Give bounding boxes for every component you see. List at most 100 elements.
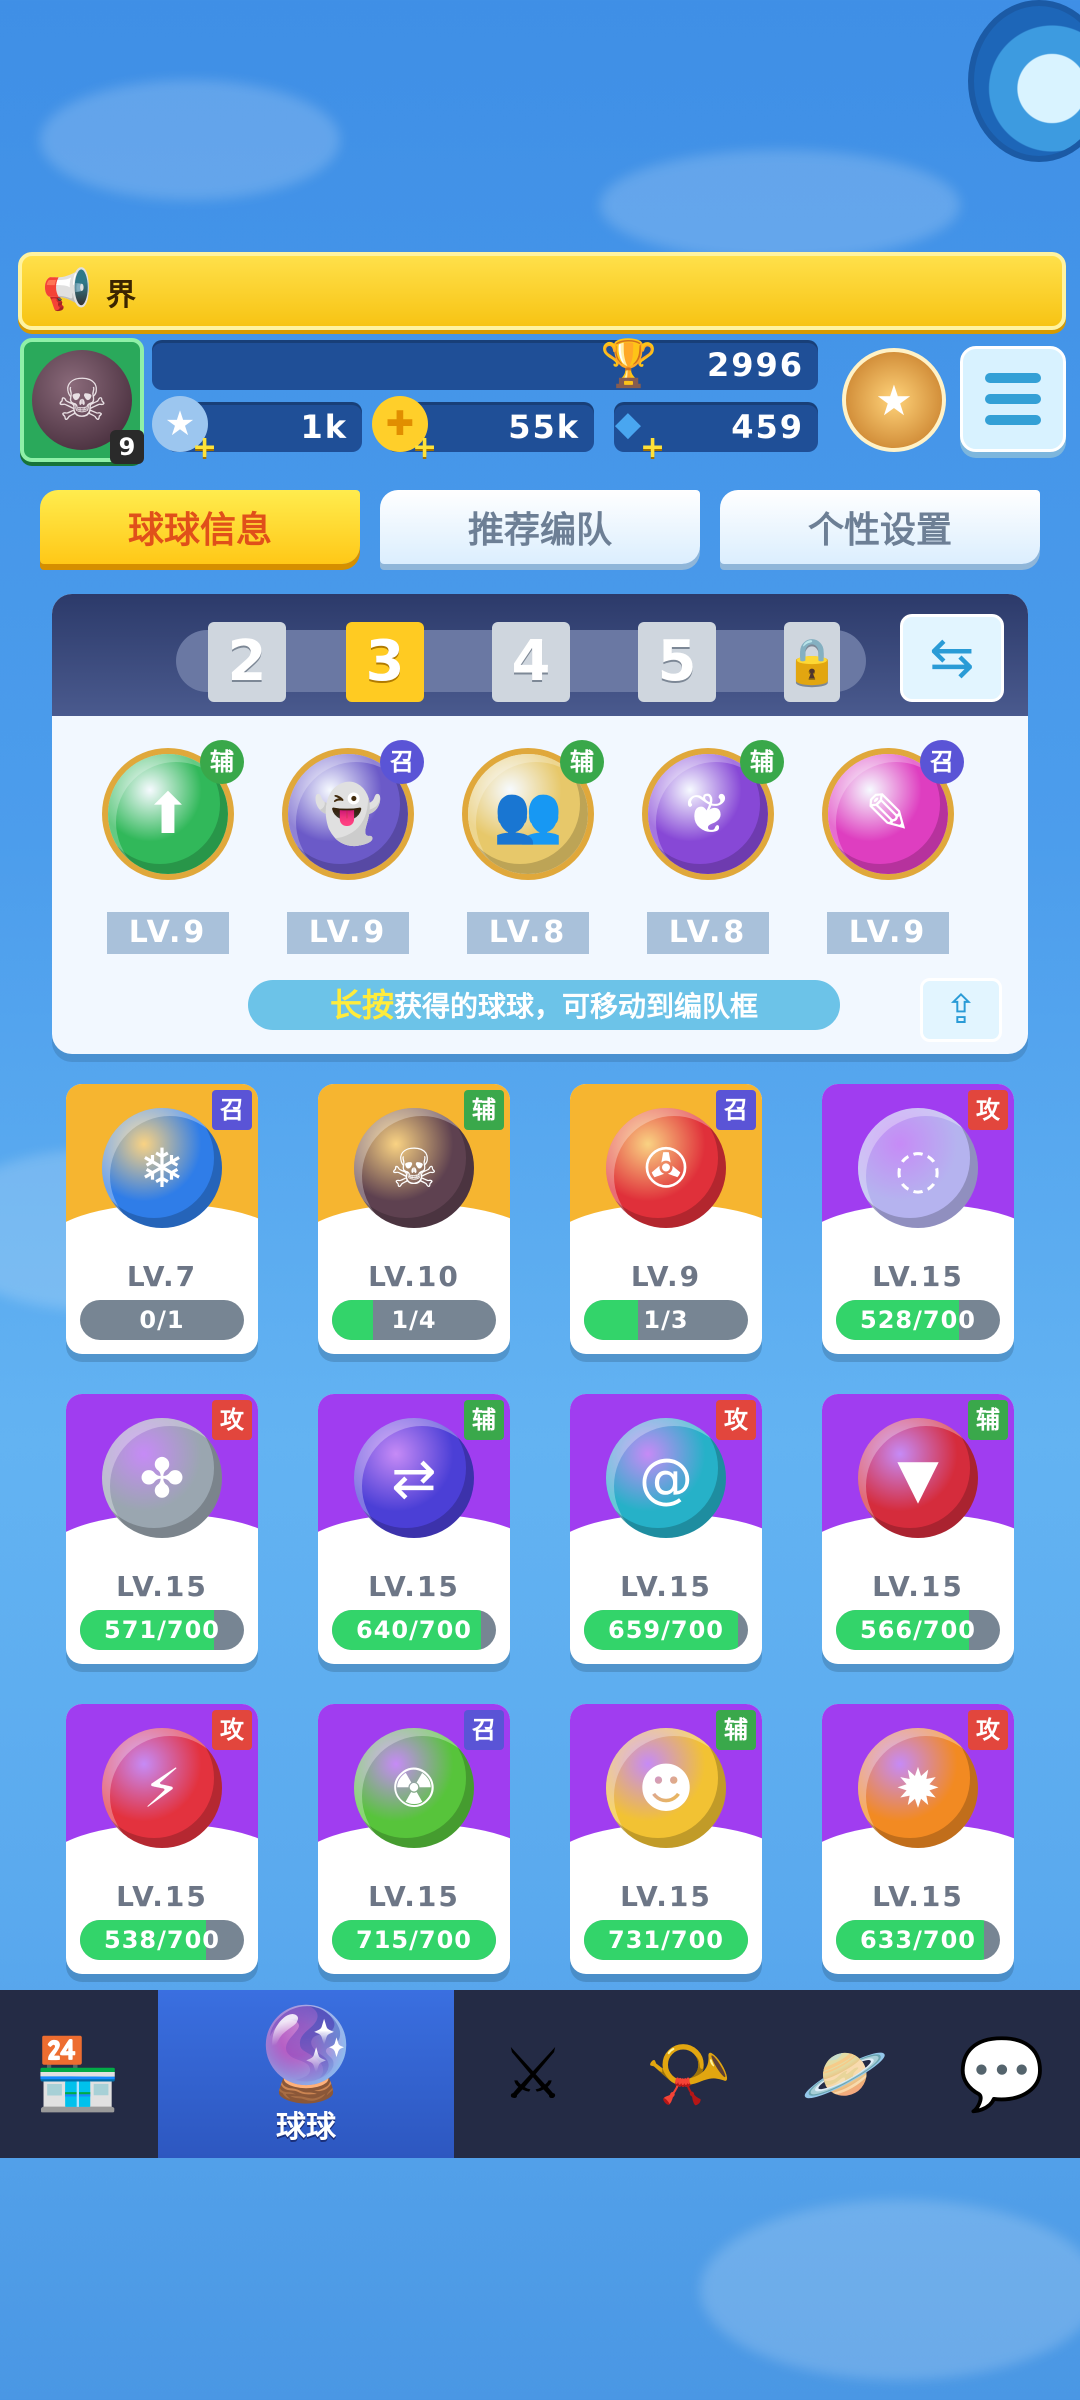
nav-shop[interactable]: 🏪 (0, 1990, 156, 2158)
stamina-bar[interactable]: ★ + 1k (152, 396, 362, 465)
nav-chat-heart[interactable]: 💬 (924, 1990, 1080, 2158)
nav-planet[interactable]: 🪐 (768, 1990, 922, 2158)
card-progress-text: 633/700 (860, 1926, 976, 1954)
chat-heart-icon: 💬 (958, 2032, 1046, 2115)
card-level: LV.15 (368, 1880, 460, 1913)
ball-card[interactable]: ⚡ 攻 LV.15 538/700 (66, 1704, 258, 1974)
card-progress-bar: 0/1 (80, 1300, 244, 1340)
card-level: LV.10 (368, 1260, 460, 1293)
plus-icon: + (640, 430, 666, 465)
ball-card[interactable]: @ 攻 LV.15 659/700 (570, 1394, 762, 1664)
player-avatar[interactable]: ☠ 9 (20, 338, 144, 464)
card-progress-text: 566/700 (860, 1616, 976, 1644)
card-level: LV.15 (872, 1260, 964, 1293)
radiation-icon: ☢ (354, 1728, 474, 1848)
share-button[interactable]: ⇪ (920, 978, 1002, 1042)
ball-card[interactable]: ▼ 辅 LV.15 566/700 (822, 1394, 1014, 1664)
planet-icon: 🪐 (801, 2032, 889, 2115)
main-menu-button[interactable] (960, 346, 1066, 452)
role-tag: 攻 (968, 1090, 1008, 1130)
card-progress-bar: 715/700 (332, 1920, 496, 1960)
ball-card[interactable]: ☢ 召 LV.15 715/700 (318, 1704, 510, 1974)
team-member-ball[interactable]: 👥 辅 (458, 740, 604, 884)
team-member-ball[interactable]: ⬆ 辅 (98, 740, 244, 884)
coin-bar[interactable]: ✚ + 55k (372, 396, 594, 465)
megaphone-icon: 📢 (42, 267, 92, 313)
tab-ball-info[interactable]: 球球信息 (40, 490, 360, 564)
announcement-banner[interactable]: 📢 界 (18, 252, 1066, 330)
team-panel: 2 3 4 5 🔒 ⇆ ⬆ 辅 LV.9 👻 召 LV.9 👥 辅 LV.8 ❦ 辅 LV.8 ✎ 召 LV… (52, 594, 1028, 1054)
trophy-count: 2996 (706, 346, 804, 384)
card-level: LV.15 (116, 1880, 208, 1913)
tab-recommended-team[interactable]: 推荐编队 (380, 490, 700, 564)
ball-card[interactable]: ❄ 召 LV.7 0/1 (66, 1084, 258, 1354)
ball-card[interactable]: ◌ 攻 LV.15 528/700 (822, 1084, 1014, 1354)
role-tag: 攻 (212, 1400, 252, 1440)
slot-tab-3[interactable]: 3 (346, 622, 424, 702)
card-progress-bar: 1/3 (584, 1300, 748, 1340)
card-progress-text: 1/3 (643, 1306, 689, 1334)
swirl-icon: @ (606, 1418, 726, 1538)
card-progress-bar: 640/700 (332, 1610, 496, 1650)
ball-card[interactable]: ☻ 辅 LV.15 731/700 (570, 1704, 762, 1974)
lock-icon[interactable]: 🔒 (784, 622, 840, 702)
card-progress-text: 571/700 (104, 1616, 220, 1644)
role-tag: 辅 (200, 740, 244, 784)
card-level: LV.15 (872, 1880, 964, 1913)
trophy-bar: 2996 (152, 340, 818, 390)
rank-badge-icon[interactable]: ★ (842, 348, 946, 452)
lightning-icon: ⚡ (102, 1728, 222, 1848)
corner-menu-button[interactable] (968, 0, 1080, 162)
ball-card[interactable]: ⇄ 辅 LV.15 640/700 (318, 1394, 510, 1664)
nav-crossed-swords[interactable]: ⚔ (456, 1990, 610, 2158)
sun-icon: ✹ (858, 1728, 978, 1848)
card-progress-text: 715/700 (356, 1926, 472, 1954)
menu-line (985, 373, 1041, 383)
role-tag: 辅 (560, 740, 604, 784)
cannon-icon: ✇ (606, 1108, 726, 1228)
team-slot-header: 2 3 4 5 🔒 ⇆ (52, 594, 1028, 716)
hint-highlight: 长按 (329, 986, 394, 1024)
tab-personal-settings[interactable]: 个性设置 (720, 490, 1040, 564)
team-member-level: LV.9 (107, 912, 229, 954)
team-member-ball[interactable]: ❦ 辅 (638, 740, 784, 884)
card-progress-bar: 571/700 (80, 1610, 244, 1650)
slot-tab-5[interactable]: 5 (638, 622, 716, 702)
card-progress-bar: 1/4 (332, 1300, 496, 1340)
team-member-level: LV.9 (287, 912, 409, 954)
skull-icon: ☠ (354, 1108, 474, 1228)
team-member-ball[interactable]: ✎ 召 (818, 740, 964, 884)
nav-whistle[interactable]: 📯 (612, 1990, 766, 2158)
role-tag: 辅 (740, 740, 784, 784)
card-progress-bar: 731/700 (584, 1920, 748, 1960)
slot-tab-4[interactable]: 4 (492, 622, 570, 702)
card-level: LV.15 (368, 1570, 460, 1603)
ball-card[interactable]: ✤ 攻 LV.15 571/700 (66, 1394, 258, 1664)
nav-ball-collection[interactable]: 🔮 球球 (158, 1990, 454, 2158)
ball-card[interactable]: ✹ 攻 LV.15 633/700 (822, 1704, 1014, 1974)
fang-icon: ▼ (858, 1418, 978, 1538)
stamina-value: 1k (300, 408, 348, 446)
ball-collection-icon: 🔮 (249, 2001, 363, 2107)
card-progress-text: 731/700 (608, 1926, 724, 1954)
team-member-level: LV.9 (827, 912, 949, 954)
card-progress-text: 528/700 (860, 1306, 976, 1334)
menu-line (985, 415, 1041, 425)
role-tag: 辅 (464, 1090, 504, 1130)
card-progress-text: 659/700 (608, 1616, 724, 1644)
swap-team-button[interactable]: ⇆ (900, 614, 1004, 702)
ball-card[interactable]: ✇ 召 LV.9 1/3 (570, 1084, 762, 1354)
coin-value: 55k (508, 408, 580, 446)
menu-line (985, 394, 1041, 404)
team-member-ball[interactable]: 👻 召 (278, 740, 424, 884)
card-level: LV.15 (620, 1570, 712, 1603)
slot-tab-2[interactable]: 2 (208, 622, 286, 702)
role-tag: 辅 (716, 1710, 756, 1750)
ball-card[interactable]: ☠ 辅 LV.10 1/4 (318, 1084, 510, 1354)
role-tag: 辅 (968, 1400, 1008, 1440)
card-progress-text: 1/4 (391, 1306, 437, 1334)
plus-icon: + (412, 430, 438, 465)
bottom-nav: 🏪 🔮 球球 ⚔ 📯 🪐 💬 (0, 1990, 1080, 2158)
role-tag: 召 (212, 1090, 252, 1130)
gem-bar[interactable]: ◆ + 459 (614, 402, 818, 465)
